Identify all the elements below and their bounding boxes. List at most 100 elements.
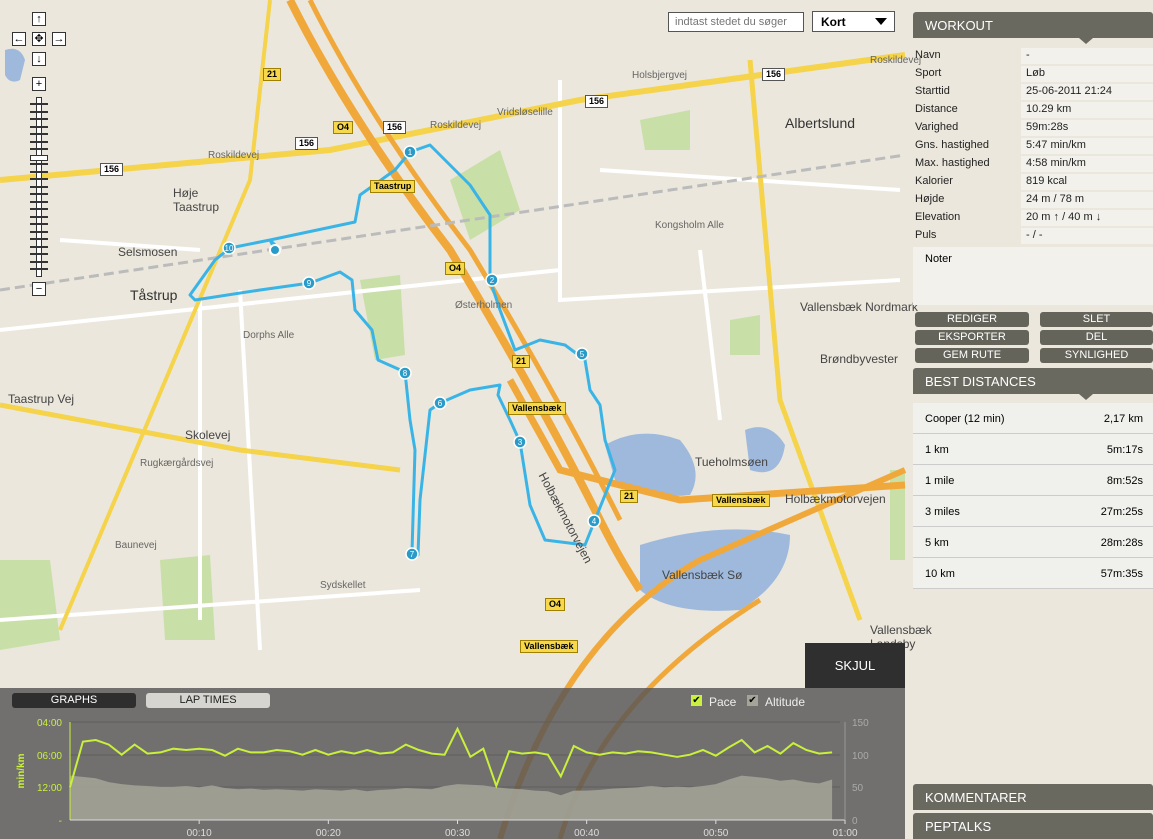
distance-time: 27m:25s bbox=[1100, 506, 1143, 518]
workout-stat-row: Gns. hastighed 5:47 min/km bbox=[913, 137, 1153, 155]
zoom-level-tick[interactable] bbox=[30, 260, 48, 263]
y-left-tick-label: 04:00 bbox=[37, 718, 62, 729]
stat-label: Højde bbox=[915, 193, 945, 205]
stat-value: 20 m ↑ / 40 m ↓ bbox=[1021, 210, 1153, 226]
zoom-level-tick[interactable] bbox=[30, 178, 48, 180]
zoom-level-tick[interactable] bbox=[30, 110, 48, 113]
workout-header[interactable]: WORKOUT bbox=[913, 12, 1153, 44]
zoom-in-button[interactable]: + bbox=[32, 77, 46, 91]
peptalks-header[interactable]: PEPTALKS bbox=[913, 813, 1153, 839]
route-km-marker[interactable]: 4 bbox=[587, 514, 601, 528]
pace-altitude-chart[interactable]: 04:00 06:00 12:00 - 150 100 50 0 00:10 00:20 00:30… bbox=[0, 688, 905, 839]
zoom-level-tick[interactable] bbox=[30, 208, 48, 210]
zoom-level-tick[interactable] bbox=[30, 133, 48, 135]
workout-stat-row: Navn - bbox=[913, 47, 1153, 65]
map-place-label: Høje Taastrup bbox=[173, 186, 220, 214]
road-shield: 156 bbox=[383, 121, 407, 134]
delete-button[interactable]: SLET bbox=[1040, 312, 1153, 327]
workout-stat-row: Puls - / - bbox=[913, 227, 1153, 245]
zoom-level-tick[interactable] bbox=[30, 140, 48, 143]
y-right-tick-label: 0 bbox=[852, 816, 858, 827]
zoom-level-tick[interactable] bbox=[30, 200, 48, 203]
zoom-level-tick[interactable] bbox=[30, 238, 48, 240]
zoom-level-tick[interactable] bbox=[30, 223, 48, 225]
zoom-level-tick[interactable] bbox=[30, 253, 48, 255]
stat-value: Løb bbox=[1021, 66, 1153, 82]
best-distances-title: BEST DISTANCES bbox=[925, 374, 1036, 389]
zoom-level-tick[interactable] bbox=[30, 148, 48, 150]
comments-header[interactable]: KOMMENTARER bbox=[913, 784, 1153, 810]
zoom-level-tick[interactable] bbox=[30, 268, 48, 270]
map-type-select[interactable]: Kort bbox=[812, 11, 895, 32]
distance-label: 10 km bbox=[925, 568, 955, 580]
map-type-value: Kort bbox=[821, 15, 846, 29]
stat-value: 4:58 min/km bbox=[1021, 156, 1153, 172]
route-km-marker[interactable]: 10 bbox=[222, 241, 236, 255]
best-distances-header[interactable]: BEST DISTANCES bbox=[913, 368, 1153, 400]
stat-label: Varighed bbox=[915, 121, 959, 133]
map-place-label: Vallensbæk Nordmark bbox=[800, 300, 918, 314]
map-place-label: Taastrup Vej bbox=[8, 392, 75, 406]
route-km-marker[interactable]: 8 bbox=[398, 366, 412, 380]
road-shield: O4 bbox=[445, 262, 466, 275]
pan-left-button[interactable]: ← bbox=[12, 32, 26, 46]
zoom-out-button[interactable]: − bbox=[32, 282, 46, 296]
map-place-label: Albertslund bbox=[785, 115, 856, 131]
map-place-label: Tueholmsøen bbox=[695, 455, 768, 469]
zoom-slider-thumb[interactable] bbox=[30, 155, 48, 161]
svg-text:2: 2 bbox=[490, 276, 495, 285]
road-shield: Vallensbæk bbox=[508, 402, 566, 415]
altitude-area bbox=[70, 775, 833, 820]
map-place-label: Tåstrup bbox=[130, 287, 178, 303]
svg-text:1: 1 bbox=[408, 148, 413, 157]
distance-time: 2,17 km bbox=[1103, 413, 1143, 425]
route-km-marker[interactable]: 7 bbox=[405, 547, 419, 561]
notes-field[interactable]: Noter bbox=[913, 247, 1153, 305]
share-button[interactable]: DEL bbox=[1040, 330, 1153, 345]
route-km-marker[interactable]: 3 bbox=[513, 435, 527, 449]
zoom-level-tick[interactable] bbox=[30, 170, 48, 173]
zoom-level-tick[interactable] bbox=[30, 125, 48, 128]
edit-button[interactable]: REDIGER bbox=[915, 312, 1029, 327]
zoom-level-tick[interactable] bbox=[30, 103, 48, 105]
workout-stat-row: Starttid 25-06-2011 21:24 bbox=[913, 83, 1153, 101]
route-km-marker[interactable]: 5 bbox=[575, 347, 589, 361]
route-km-marker[interactable]: 9 bbox=[302, 276, 316, 290]
route-km-marker[interactable]: 2 bbox=[485, 273, 499, 287]
zoom-level-tick[interactable] bbox=[30, 215, 48, 218]
zoom-level-tick[interactable] bbox=[30, 230, 48, 233]
visibility-button[interactable]: SYNLIGHED bbox=[1040, 348, 1153, 363]
svg-text:6: 6 bbox=[438, 399, 443, 408]
save-route-button[interactable]: GEM RUTE bbox=[915, 348, 1029, 363]
distance-time: 57m:35s bbox=[1100, 568, 1143, 580]
pan-up-button[interactable]: ↑ bbox=[32, 12, 46, 26]
road-shield: 21 bbox=[620, 490, 639, 503]
distance-label: Cooper (12 min) bbox=[925, 413, 1005, 425]
export-button[interactable]: EKSPORTER bbox=[915, 330, 1029, 345]
best-distance-row: 5 km 28m:28s bbox=[913, 527, 1153, 558]
workout-stat-row: Distance 10.29 km bbox=[913, 101, 1153, 119]
road-shield: 21 bbox=[512, 355, 531, 368]
road-shield: 156 bbox=[585, 95, 609, 108]
map-place-label: Roskildevej bbox=[208, 150, 260, 161]
zoom-level-tick[interactable] bbox=[30, 163, 48, 165]
route-km-marker[interactable]: 1 bbox=[403, 145, 417, 159]
zoom-level-tick[interactable] bbox=[30, 185, 48, 188]
stat-value: 25-06-2011 21:24 bbox=[1021, 84, 1153, 100]
zoom-level-tick[interactable] bbox=[30, 118, 48, 120]
comments-title: KOMMENTARER bbox=[925, 790, 1027, 805]
stat-value: 24 m / 78 m bbox=[1021, 192, 1153, 208]
zoom-level-tick[interactable] bbox=[30, 245, 48, 248]
zoom-level-tick[interactable] bbox=[30, 193, 48, 195]
pan-center-button[interactable]: ✥ bbox=[32, 32, 46, 46]
y-axis-label: min/km bbox=[16, 753, 27, 788]
road-shield: 156 bbox=[295, 137, 319, 150]
route-km-marker[interactable]: 6 bbox=[433, 396, 447, 410]
location-search-input[interactable] bbox=[668, 12, 804, 32]
pan-right-button[interactable]: → bbox=[52, 32, 66, 46]
hide-graph-button[interactable]: SKJUL bbox=[805, 643, 905, 688]
pan-down-button[interactable]: ↓ bbox=[32, 52, 46, 66]
road-shield: 21 bbox=[263, 68, 282, 81]
stat-value: 5:47 min/km bbox=[1021, 138, 1153, 154]
x-tick-label: 00:50 bbox=[703, 828, 728, 839]
